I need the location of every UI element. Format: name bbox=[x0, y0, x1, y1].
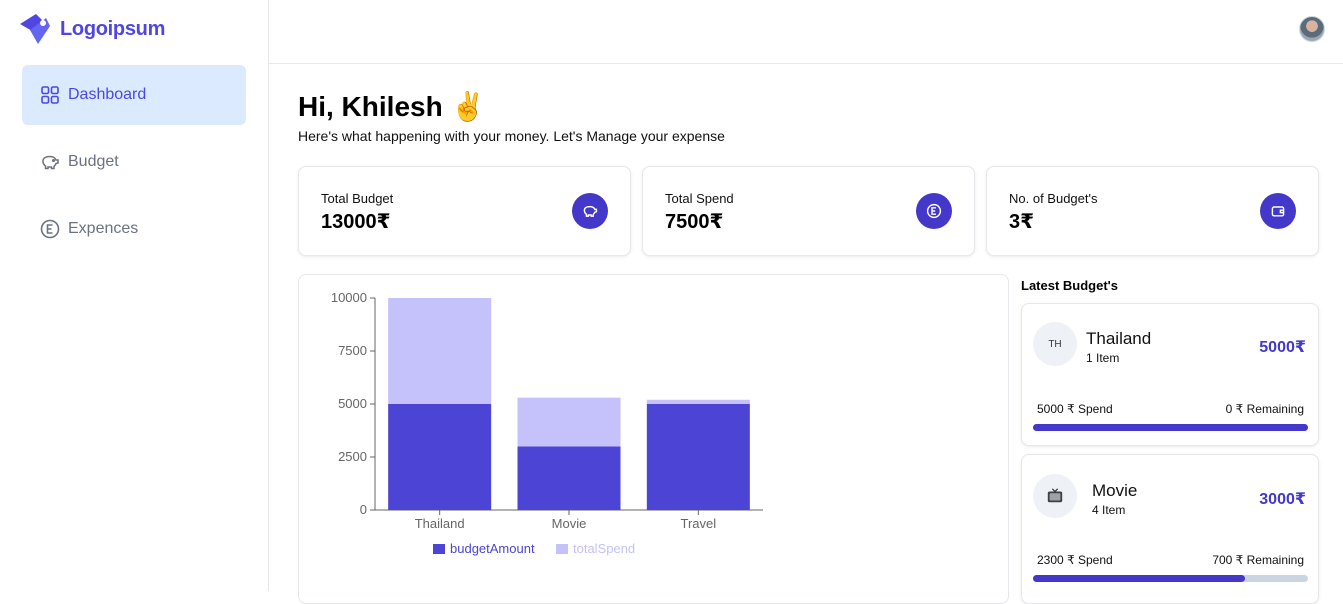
budget-bar-chart: 0 2500 5000 7500 10000 Thailand Movie Travel bud… bbox=[331, 290, 763, 556]
y-tick-label: 10000 bbox=[331, 290, 367, 305]
piggy-bank-icon bbox=[572, 193, 608, 229]
budget-progress-bar bbox=[1033, 424, 1308, 431]
legend-swatch bbox=[556, 544, 568, 554]
y-tick-label: 5000 bbox=[338, 396, 367, 411]
stat-label: Total Budget bbox=[321, 191, 394, 206]
bar-budgetAmount-travel bbox=[646, 404, 750, 510]
logo-icon bbox=[20, 14, 50, 44]
logo-text: Logoipsum bbox=[60, 17, 166, 40]
stat-card-total-spend: Total Spend 7500₹ bbox=[642, 166, 975, 256]
stat-label: No. of Budget's bbox=[1009, 191, 1098, 206]
stat-card-total-budget: Total Budget 13000₹ bbox=[298, 166, 631, 256]
x-tick-label: Movie bbox=[552, 516, 587, 531]
y-tick-label: 2500 bbox=[338, 449, 367, 464]
stat-value: 3₹ bbox=[1009, 211, 1035, 233]
grid-icon bbox=[41, 86, 59, 104]
budget-amount: 3000₹ bbox=[1259, 491, 1306, 508]
budget-progress-bar bbox=[1033, 575, 1308, 582]
logo[interactable]: Logoipsum bbox=[16, 10, 165, 48]
euro-circle-icon bbox=[916, 193, 952, 229]
budget-spend: 5000 ₹ Spend bbox=[1037, 402, 1113, 416]
budget-item-count: 1 Item bbox=[1086, 351, 1120, 365]
latest-budgets-title: Latest Budget's bbox=[1021, 278, 1118, 293]
stat-label: Total Spend bbox=[665, 191, 734, 206]
user-avatar[interactable] bbox=[1299, 16, 1325, 42]
sidebar-item-dashboard[interactable]: Dashboard bbox=[22, 65, 246, 125]
budget-remaining: 0 ₹ Remaining bbox=[1225, 402, 1304, 416]
budget-item-count: 4 Item bbox=[1092, 503, 1126, 517]
sidebar: Logoipsum Dashboard Budget Expences bbox=[0, 0, 269, 591]
sidebar-item-label: Expences bbox=[68, 220, 139, 237]
stat-value: 13000₹ bbox=[321, 211, 391, 233]
bar-budgetAmount-movie bbox=[517, 446, 621, 510]
budget-icon: TH bbox=[1033, 322, 1077, 366]
budget-chart-card: 0 2500 5000 7500 10000 Thailand Movie Travel bud… bbox=[298, 274, 1009, 604]
stat-value: 7500₹ bbox=[665, 211, 724, 233]
top-header bbox=[269, 0, 1343, 64]
budget-name: Thailand bbox=[1086, 329, 1152, 348]
legend-swatch bbox=[433, 544, 445, 554]
y-tick-label: 7500 bbox=[338, 343, 367, 358]
page-title: Hi, Khilesh ✌️ bbox=[298, 91, 486, 122]
stat-card-no-of-budgets: No. of Budget's 3₹ bbox=[986, 166, 1319, 256]
sidebar-item-expences[interactable]: Expences bbox=[22, 199, 246, 259]
wallet-icon bbox=[1260, 193, 1296, 229]
sidebar-item-label: Dashboard bbox=[68, 86, 147, 103]
budget-name: Movie bbox=[1092, 481, 1138, 500]
bar-budgetAmount-thailand bbox=[388, 404, 492, 510]
bar-totalSpend-movie bbox=[517, 397, 621, 447]
sidebar-item-budget[interactable]: Budget bbox=[22, 132, 246, 192]
legend-label: totalSpend bbox=[573, 541, 635, 556]
budget-card-thailand[interactable]: TH Thailand 1 Item 5000₹ 5000 ₹ Spend 0 … bbox=[1021, 303, 1319, 446]
legend-label: budgetAmount bbox=[450, 541, 535, 556]
budget-progress-fill bbox=[1033, 424, 1308, 431]
tv-icon bbox=[1033, 474, 1077, 518]
euro-circle-icon bbox=[40, 219, 60, 239]
bar-totalSpend-travel bbox=[646, 399, 750, 404]
x-tick-label: Travel bbox=[681, 516, 717, 531]
budget-remaining: 700 ₹ Remaining bbox=[1212, 553, 1304, 567]
budget-card-movie[interactable]: Movie 4 Item 3000₹ 2300 ₹ Spend 700 ₹ Re… bbox=[1021, 454, 1319, 604]
budget-spend: 2300 ₹ Spend bbox=[1037, 553, 1113, 567]
bar-totalSpend-thailand bbox=[388, 298, 492, 404]
page-subtitle: Here's what happening with your money. L… bbox=[298, 128, 725, 144]
x-tick-label: Thailand bbox=[415, 516, 465, 531]
budget-amount: 5000₹ bbox=[1259, 339, 1306, 356]
y-tick-label: 0 bbox=[360, 502, 367, 517]
budget-progress-fill bbox=[1033, 575, 1245, 582]
piggy-bank-icon bbox=[42, 155, 59, 170]
sidebar-item-label: Budget bbox=[68, 153, 119, 170]
